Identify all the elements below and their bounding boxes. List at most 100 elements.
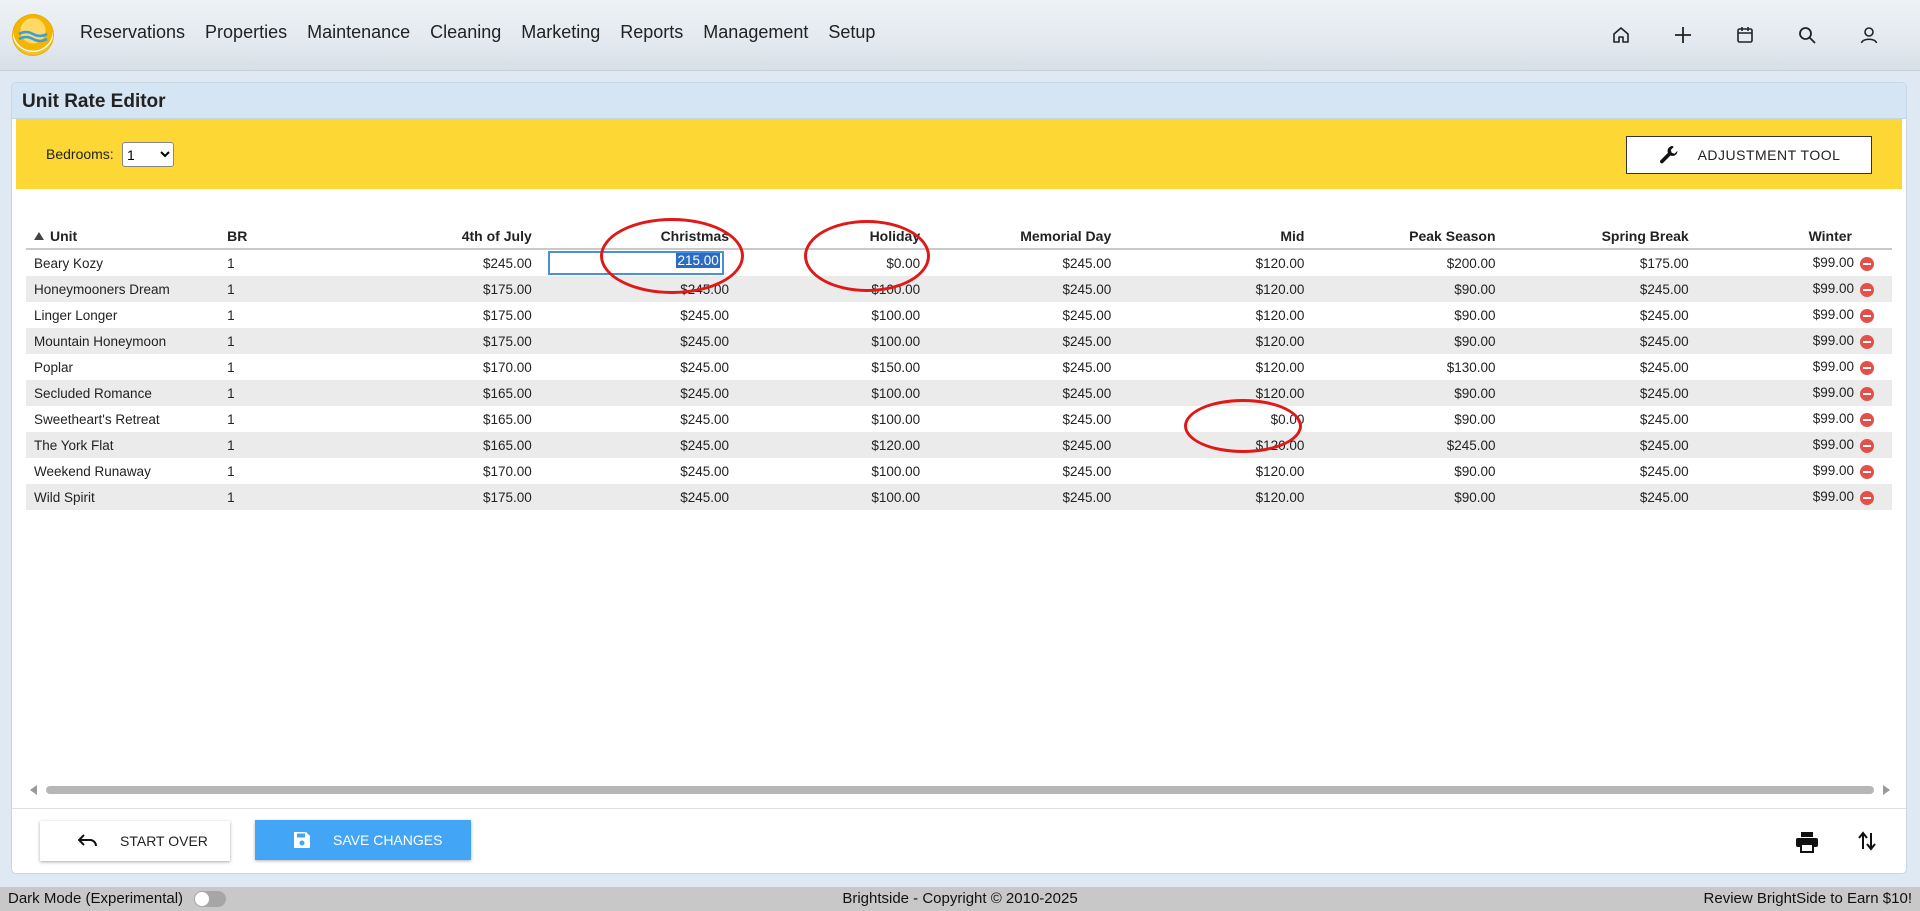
rate-cell[interactable]: $90.00 [1312, 380, 1504, 406]
winter-cell[interactable]: $99.00 [1697, 406, 1892, 432]
col-header-mid[interactable]: Mid [1119, 223, 1313, 250]
nav-properties[interactable]: Properties [205, 22, 287, 43]
review-link[interactable]: Review BrightSide to Earn $10! [1704, 890, 1912, 907]
rate-cell[interactable]: $245.00 [539, 328, 738, 354]
scrollbar-thumb[interactable] [46, 786, 1874, 794]
winter-cell[interactable]: $99.00 [1697, 302, 1892, 328]
rate-cell[interactable]: $120.00 [1119, 328, 1313, 354]
rate-cell[interactable]: $245.00 [928, 249, 1119, 276]
print-icon[interactable] [1795, 831, 1819, 858]
rate-cell[interactable]: $175.00 [342, 302, 539, 328]
col-header-christmas[interactable]: Christmas [539, 223, 738, 250]
rate-cell[interactable]: $245.00 [928, 328, 1120, 354]
scroll-left-icon[interactable] [30, 785, 37, 795]
rate-cell[interactable]: $245.00 [539, 432, 738, 458]
rate-cell[interactable]: $100.00 [737, 484, 929, 510]
rate-cell[interactable]: $90.00 [1312, 406, 1503, 432]
nav-reports[interactable]: Reports [620, 22, 683, 43]
rate-cell[interactable]: $120.00 [737, 432, 929, 458]
nav-marketing[interactable]: Marketing [521, 22, 600, 43]
col-header-br[interactable]: BR [219, 223, 343, 250]
rate-cell[interactable]: $245.00 [1503, 432, 1697, 458]
rate-cell[interactable]: $120.00 [1119, 484, 1313, 510]
rate-cell[interactable]: $245.00 [928, 380, 1120, 406]
rate-cell[interactable]: $100.00 [737, 406, 928, 432]
remove-icon[interactable] [1860, 490, 1874, 505]
christmas-rate-input[interactable]: 215.00 [547, 251, 724, 275]
remove-icon[interactable] [1860, 334, 1874, 349]
rate-cell[interactable]: $245.00 [539, 380, 738, 406]
remove-icon[interactable] [1860, 308, 1874, 323]
col-header-winter[interactable]: Winter [1696, 223, 1892, 250]
rate-cell[interactable]: $245.00 [928, 276, 1120, 302]
rate-cell[interactable]: $0.00 [1119, 406, 1312, 432]
winter-cell[interactable]: $99.00 [1697, 249, 1892, 276]
rate-cell[interactable]: $175.00 [342, 484, 540, 510]
nav-reservations[interactable]: Reservations [80, 22, 185, 43]
rate-cell[interactable]: $100.00 [737, 458, 928, 484]
start-over-button[interactable]: START OVER [40, 821, 230, 861]
nav-cleaning[interactable]: Cleaning [430, 22, 501, 43]
col-header-holiday[interactable]: Holiday [737, 223, 929, 250]
rate-cell[interactable]: $245.00 [1504, 354, 1697, 380]
save-changes-button[interactable]: SAVE CHANGES [255, 820, 471, 860]
remove-icon[interactable] [1860, 438, 1874, 453]
col-header-peak-season[interactable]: Peak Season [1312, 223, 1504, 250]
remove-icon[interactable] [1860, 412, 1874, 427]
winter-cell[interactable]: $99.00 [1696, 484, 1892, 510]
col-header-unit[interactable]: Unit [26, 223, 220, 250]
rate-cell[interactable]: $175.00 [342, 328, 540, 354]
rate-cell[interactable]: $120.00 [1119, 458, 1312, 484]
rate-cell[interactable]: $120.00 [1119, 302, 1312, 328]
rate-cell[interactable]: $100.00 [737, 302, 928, 328]
remove-icon[interactable] [1860, 360, 1874, 375]
rate-cell[interactable]: $245.00 [1503, 484, 1697, 510]
rate-cell[interactable]: $175.00 [342, 276, 540, 302]
rate-cell[interactable]: $245.00 [540, 354, 737, 380]
remove-icon[interactable] [1860, 386, 1874, 401]
rate-cell[interactable]: $245.00 [540, 406, 737, 432]
rate-cell[interactable]: $170.00 [342, 354, 539, 380]
nav-management[interactable]: Management [703, 22, 808, 43]
rate-cell[interactable]: $120.00 [1119, 276, 1313, 302]
winter-cell[interactable]: $99.00 [1696, 380, 1892, 406]
rate-cell[interactable]: $245.00 [1504, 406, 1697, 432]
winter-cell[interactable]: $99.00 [1696, 276, 1892, 302]
home-icon[interactable] [1590, 20, 1652, 50]
rate-cell[interactable]: $120.00 [1119, 249, 1312, 276]
winter-cell[interactable]: $99.00 [1696, 328, 1892, 354]
rate-cell[interactable]: $100.00 [737, 380, 929, 406]
rate-cell[interactable]: $245.00 [928, 302, 1119, 328]
user-icon[interactable] [1838, 20, 1900, 50]
winter-cell[interactable]: $99.00 [1696, 432, 1892, 458]
rate-cell[interactable]: $90.00 [1312, 484, 1504, 510]
horizontal-scrollbar[interactable] [26, 782, 1894, 796]
rate-cell[interactable]: $245.00 [1503, 328, 1697, 354]
rate-cell[interactable]: $245.00 [540, 458, 737, 484]
adjustment-tool-button[interactable]: ADJUSTMENT TOOL [1626, 136, 1872, 174]
remove-icon[interactable] [1860, 282, 1874, 297]
bedrooms-select[interactable]: 1 [122, 142, 174, 167]
rate-cell[interactable]: $165.00 [342, 380, 540, 406]
winter-cell[interactable]: $99.00 [1697, 354, 1892, 380]
rate-cell[interactable]: $165.00 [342, 432, 540, 458]
rate-cell[interactable]: $245.00 [539, 276, 738, 302]
col-header-memorial-day[interactable]: Memorial Day [928, 223, 1120, 250]
rate-cell[interactable]: $245.00 [1504, 458, 1697, 484]
rate-cell[interactable]: $120.00 [1119, 432, 1313, 458]
nav-setup[interactable]: Setup [828, 22, 875, 43]
col-header-spring-break[interactable]: Spring Break [1503, 223, 1697, 250]
rate-cell[interactable]: $170.00 [342, 458, 539, 484]
rate-cell[interactable]: $245.00 [928, 458, 1119, 484]
plus-icon[interactable] [1652, 20, 1714, 50]
rate-cell[interactable]: $245.00 [539, 484, 738, 510]
rate-cell[interactable]: $245.00 [928, 406, 1119, 432]
rate-cell[interactable]: $120.00 [1119, 380, 1313, 406]
rate-cell[interactable]: $150.00 [737, 354, 928, 380]
col-header-4th-of-july[interactable]: 4th of July [342, 223, 540, 250]
search-icon[interactable] [1776, 20, 1838, 50]
nav-maintenance[interactable]: Maintenance [307, 22, 410, 43]
rate-cell[interactable]: $245.00 [928, 354, 1119, 380]
remove-icon[interactable] [1860, 256, 1874, 271]
rate-cell[interactable]: $245.00 [342, 249, 539, 276]
